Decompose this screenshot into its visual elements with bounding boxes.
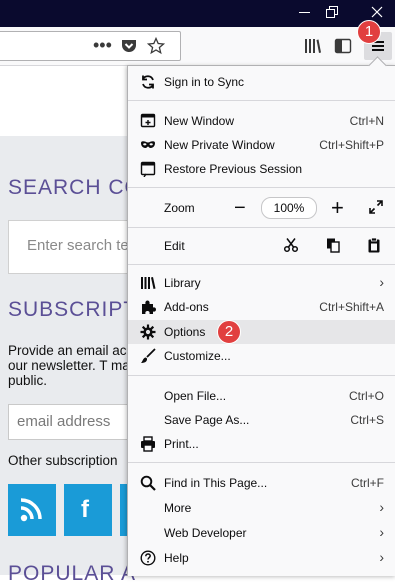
menu-item-print[interactable]: Print... [128,432,395,456]
menu-item-zoom: Zoom − 100% + [128,195,395,221]
facebook-button[interactable]: f [64,484,112,536]
page-actions-button[interactable]: ••• [93,35,112,56]
menu-item-web-developer[interactable]: Web Developer › [128,521,395,545]
menu-separator [128,264,395,265]
menu-item-open-file[interactable]: Open File... Ctrl+O [128,384,395,408]
menu-item-help[interactable]: Help › [128,546,395,570]
search-placeholder: Enter search te [27,237,129,254]
library-icon[interactable] [304,37,322,55]
menu-item-new-private-window[interactable]: New Private Window Ctrl+Shift+P [128,133,395,157]
other-subscriptions-text: Other subscription [8,453,118,468]
menu-item-shortcut: Ctrl+Shift+A [319,300,384,314]
new-window-icon [140,113,156,128]
menu-separator [128,227,395,228]
gear-icon [140,324,156,340]
chevron-right-icon: › [379,499,384,515]
menu-item-label: New Private Window [164,138,275,152]
menu-item-label: Save Page As... [164,413,250,427]
menu-item-sync[interactable]: Sign in to Sync [128,70,395,94]
sync-icon [142,75,154,89]
menu-item-label: Sign in to Sync [164,75,245,89]
zoom-out-button[interactable]: − [234,197,246,220]
chevron-right-icon: › [379,549,384,565]
step-badge: 1 [357,20,381,44]
minimize-icon [299,12,310,13]
menu-item-label: Edit [164,239,185,253]
menu-item-more[interactable]: More › [128,496,395,520]
menu-item-label: New Window [164,114,235,128]
search-heading: SEARCH CO [8,176,142,199]
restore-button[interactable] [318,0,348,24]
menu-item-addons[interactable]: Add-ons Ctrl+Shift+A [128,295,395,319]
menu-item-label: Find in This Page... [164,476,268,490]
chevron-right-icon: › [379,524,384,540]
menu-item-shortcut: Ctrl+S [350,413,384,427]
menu-item-label: Library [164,276,201,290]
menu-item-edit: Edit [128,234,395,258]
search-input[interactable]: Enter search te [8,220,140,274]
menu-item-new-window[interactable]: New Window Ctrl+N [128,109,395,133]
menu-item-label: Add-ons [164,300,209,314]
rss-button[interactable] [8,484,56,536]
navigation-toolbar: ••• [0,27,395,66]
menu-item-label: Help [164,551,189,565]
menu-separator [128,462,395,463]
facebook-icon: f [81,496,89,523]
menu-item-customize[interactable]: Customize... [128,344,395,368]
help-icon [140,550,156,566]
zoom-in-button[interactable]: + [331,195,344,221]
menu-item-shortcut: Ctrl+Shift+P [319,138,384,152]
url-bar[interactable]: ••• [0,31,181,61]
private-mask-icon [141,141,155,148]
menu-item-options[interactable]: Options [128,320,395,344]
popular-heading: POPULAR A [8,562,137,585]
menu-item-label: Print... [164,437,199,451]
sidebar-icon[interactable] [334,37,352,55]
magnifier-icon [140,475,156,491]
menu-separator [128,100,395,101]
rss-icon [20,498,42,522]
printer-icon [141,436,155,452]
chevron-right-icon: › [379,274,384,290]
title-bar [0,0,395,27]
close-icon [371,6,383,18]
menu-item-shortcut: Ctrl+O [348,389,384,403]
menu-separator [128,187,395,188]
menu-item-label: Options [164,325,206,339]
pocket-icon[interactable] [121,39,137,53]
minimize-button[interactable] [290,0,320,24]
menu-item-label: More [164,501,192,515]
fullscreen-icon[interactable] [368,199,384,215]
puzzle-icon [142,300,156,314]
paste-icon[interactable] [366,237,382,253]
menu-item-label: Restore Previous Session [164,162,303,176]
menu-item-shortcut: Ctrl+F [351,476,384,490]
brush-icon [141,348,156,363]
menu-item-find[interactable]: Find in This Page... Ctrl+F [128,471,395,495]
star-icon[interactable] [147,37,165,55]
menu-item-label: Customize... [164,349,231,363]
restore-session-icon [140,161,156,177]
menu-item-restore-session[interactable]: Restore Previous Session [128,157,395,181]
cut-icon[interactable] [283,237,299,253]
app-menu-panel: Sign in to Sync New Window Ctrl+N New Pr… [127,56,395,576]
menu-item-label: Zoom [164,201,195,215]
menu-item-label: Open File... [164,389,227,403]
menu-separator [128,375,395,376]
zoom-reset-button[interactable]: 100% [261,197,317,219]
menu-item-shortcut: Ctrl+N [349,114,384,128]
copy-icon[interactable] [325,237,341,253]
step-badge: 2 [217,320,241,344]
email-field[interactable]: email address [8,404,140,440]
menu-item-label: Web Developer [164,526,247,540]
menu-item-library[interactable]: Library › [128,271,395,295]
library-books-icon [141,277,156,289]
email-placeholder: email address [17,413,111,430]
menu-item-save-page[interactable]: Save Page As... Ctrl+S [128,408,395,432]
